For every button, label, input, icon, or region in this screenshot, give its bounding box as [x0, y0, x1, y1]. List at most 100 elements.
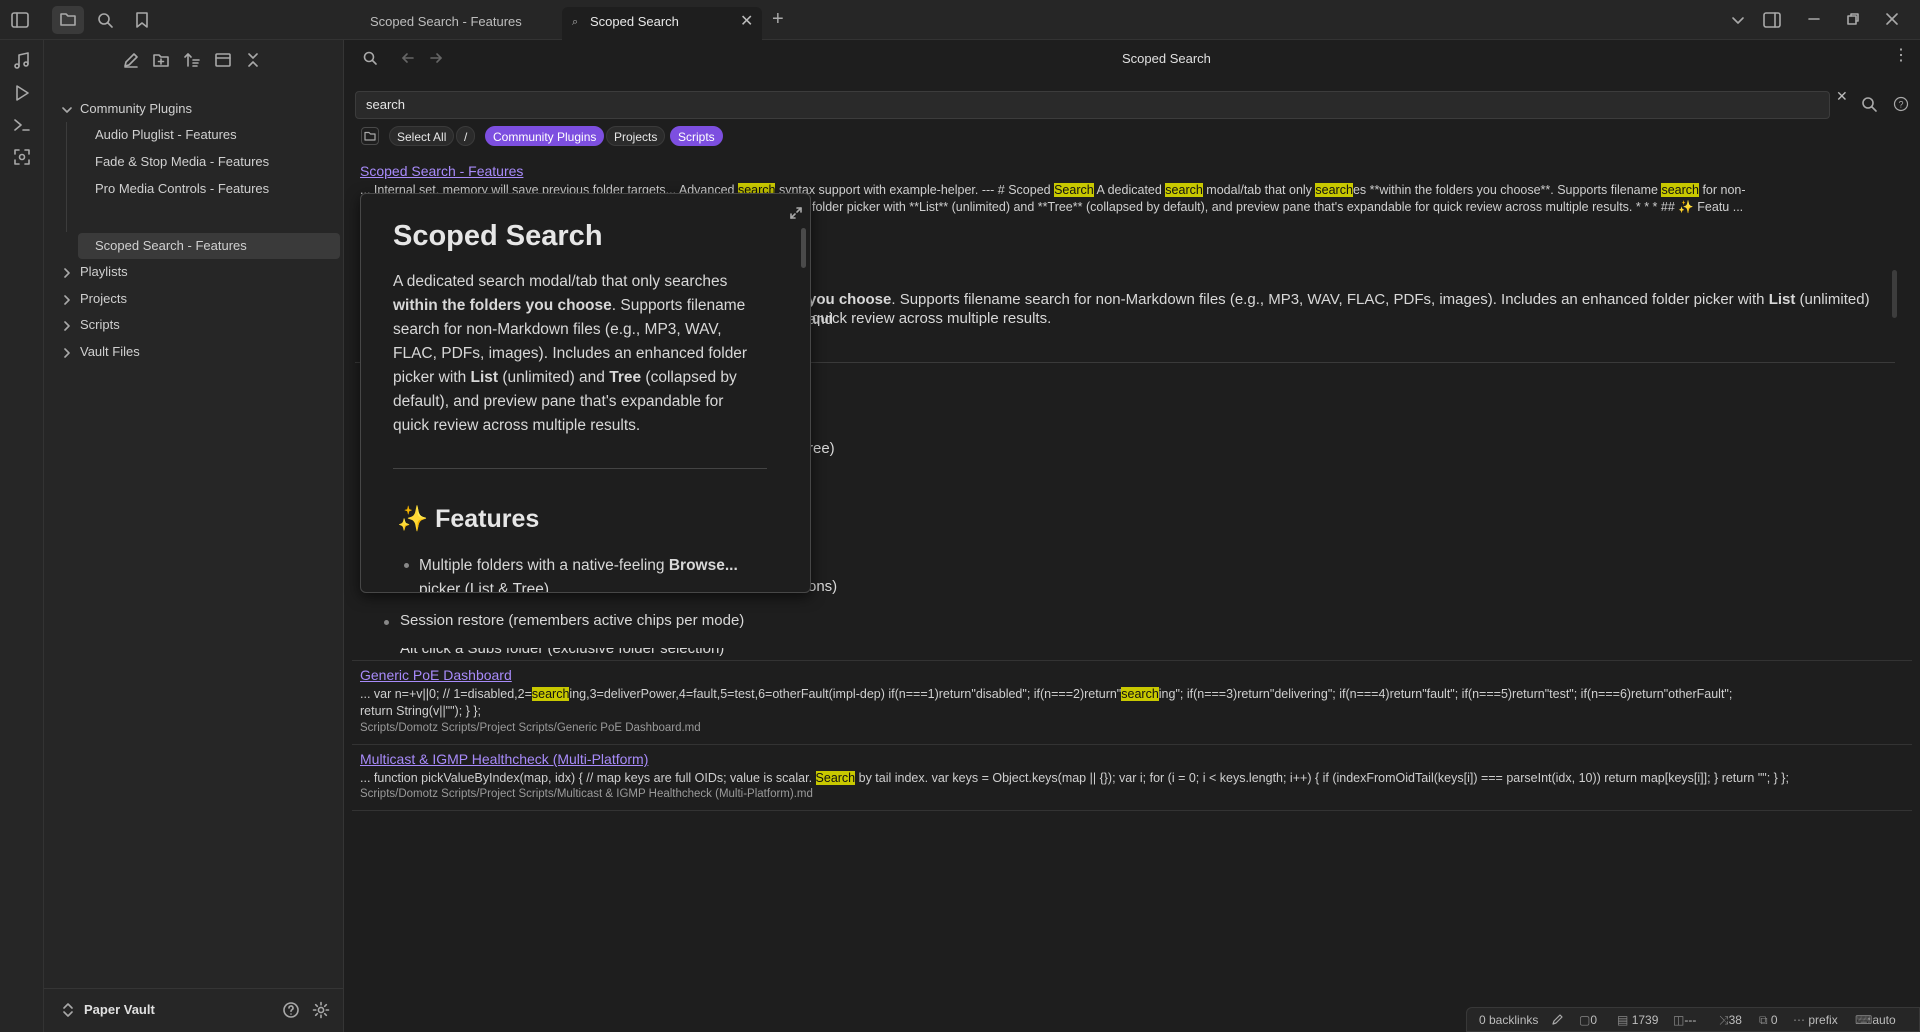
forward-arrow-icon[interactable] [428, 50, 444, 66]
edit-icon[interactable] [1551, 1012, 1565, 1026]
result-title[interactable]: Generic PoE Dashboard [360, 667, 512, 683]
tab-scoped-search-features[interactable]: Scoped Search - Features [352, 7, 560, 40]
result-divider [352, 660, 1912, 661]
view-title: Scoped Search [1122, 51, 1211, 66]
new-note-icon[interactable] [122, 51, 140, 69]
file-scoped-search-features[interactable]: Scoped Search - Features [78, 233, 340, 259]
preview-text: (unlimited) and [498, 369, 610, 386]
bullet-dot [384, 620, 389, 625]
status-item[interactable]: ▢0 [1579, 1013, 1597, 1027]
terminal-icon[interactable] [12, 115, 32, 135]
search-icon[interactable] [96, 11, 114, 29]
vault-switcher-icon[interactable] [62, 1002, 74, 1018]
backlinks-count[interactable]: 0 backlinks [1479, 1013, 1538, 1027]
doc-bullet-clipped: Alt click a Subs folder (exclusive folde… [360, 648, 860, 656]
preview-scrollbar[interactable] [1892, 270, 1897, 318]
folder-icon [60, 13, 76, 26]
back-arrow-icon[interactable] [400, 50, 416, 66]
chevron-right-icon [64, 295, 70, 305]
chevron-right-icon [64, 321, 70, 331]
status-value: 0 [1590, 1013, 1598, 1027]
settings-gear-icon[interactable] [312, 1001, 330, 1019]
search-icon[interactable] [362, 50, 378, 66]
sort-icon[interactable] [183, 51, 201, 69]
hover-preview-popover[interactable]: Scoped Search A dedicated search modal/t… [360, 193, 811, 593]
popover-scrollbar[interactable] [801, 228, 806, 268]
scan-icon[interactable] [12, 147, 32, 167]
status-item[interactable]: ⧉ 0 [1759, 1013, 1778, 1028]
folder-projects[interactable]: Projects [54, 286, 344, 312]
file-label: Audio Pluglist - Features [95, 127, 237, 142]
result-divider [352, 744, 1912, 745]
folder-label: Vault Files [80, 344, 140, 359]
new-folder-icon[interactable] [152, 51, 170, 69]
document-icon: ▤ [1617, 1013, 1629, 1027]
folder-label: Scripts [80, 317, 120, 332]
status-value: 0 [1770, 1013, 1778, 1027]
right-sidebar-toggle-icon[interactable] [1762, 11, 1782, 29]
doc-bullet: Alt click a Subs folder (exclusive folde… [400, 648, 724, 656]
status-item[interactable]: ◫--- [1673, 1013, 1696, 1027]
search-input[interactable]: search [355, 91, 1830, 119]
snippet-text: ... var n=+v||0; // 1=disabled,2= [360, 687, 532, 701]
search-submit-icon[interactable] [1860, 95, 1878, 113]
status-value: --- [1684, 1013, 1697, 1027]
close-window-icon[interactable] [1884, 11, 1900, 27]
result-title[interactable]: Scoped Search - Features [360, 163, 523, 179]
doc-fragment: ree) [808, 440, 835, 457]
snippet-text: by tail index. var keys = Object.keys(ma… [855, 771, 1789, 785]
chip-scripts[interactable]: Scripts [670, 126, 723, 146]
help-icon[interactable]: ? [1893, 96, 1909, 112]
files-tab-button[interactable] [52, 6, 84, 34]
file-label: Fade & Stop Media - Features [95, 154, 270, 169]
status-value: 38 [1728, 1013, 1742, 1027]
file-fade-stop-media[interactable]: Fade & Stop Media - Features [78, 149, 338, 175]
play-icon[interactable] [12, 83, 32, 103]
result-path: Scripts/Domotz Scripts/Project Scripts/M… [360, 788, 813, 800]
result-divider [352, 810, 1912, 811]
bookmark-icon[interactable] [134, 11, 150, 29]
expand-icon[interactable] [789, 206, 803, 220]
chip-community-plugins[interactable]: Community Plugins [485, 126, 605, 146]
restore-icon[interactable] [1845, 11, 1861, 27]
folder-vault-files[interactable]: Vault Files [54, 339, 344, 365]
folder-scripts[interactable]: Scripts [54, 312, 344, 338]
tab-scoped-search[interactable]: ⌕ Scoped Search ✕ [562, 7, 762, 40]
chevron-down-icon [62, 107, 72, 113]
match-highlight: search [1661, 183, 1699, 197]
ribbon [0, 40, 44, 1032]
new-tab-button[interactable]: + [772, 8, 784, 31]
columns-icon: ◫ [1673, 1013, 1685, 1027]
more-options-icon[interactable]: ⋮ [1893, 48, 1909, 64]
close-icon[interactable]: ✕ [740, 7, 753, 37]
snippet-text: ing,3=deliverPower,4=fault,5=test,6=othe… [569, 687, 1122, 701]
folder-icon [364, 131, 376, 141]
sidebar-toggle-icon[interactable] [10, 11, 30, 29]
select-all-chip[interactable]: Select All [389, 126, 455, 146]
chip-projects[interactable]: Projects [606, 126, 666, 146]
doc-text: . Supports filename search for non-Markd… [891, 291, 1769, 308]
word-count[interactable]: ▤ 1739 [1617, 1013, 1658, 1027]
status-item[interactable]: ⤨38 [1719, 1013, 1742, 1028]
minimize-icon[interactable] [1806, 11, 1822, 27]
clear-search-icon[interactable]: ✕ [1836, 88, 1848, 105]
chevron-down-icon[interactable] [1730, 12, 1746, 28]
status-item[interactable]: ⋯ prefix [1793, 1013, 1838, 1027]
collapse-all-icon[interactable] [244, 51, 262, 69]
file-pro-media-controls[interactable]: Pro Media Controls - Features [78, 176, 338, 202]
file-audio-pluglist[interactable]: Audio Pluglist - Features [78, 122, 338, 148]
divider [44, 988, 344, 989]
doc-bold: you choose [808, 291, 892, 308]
vault-name[interactable]: Paper Vault [84, 1002, 155, 1017]
auto-reveal-icon[interactable] [214, 51, 232, 69]
help-icon[interactable] [282, 1001, 300, 1019]
folder-playlists[interactable]: Playlists [54, 259, 344, 285]
folder-picker-button[interactable] [361, 127, 379, 145]
result-title[interactable]: Multicast & IGMP Healthcheck (Multi-Plat… [360, 751, 648, 767]
match-highlight: Search [1054, 183, 1094, 197]
folder-community-plugins[interactable]: Community Plugins [54, 96, 344, 122]
tree-guide [66, 122, 67, 232]
keyboard-icon: ⌨ [1855, 1013, 1873, 1027]
music-icon[interactable] [12, 51, 32, 71]
status-item[interactable]: ⌨auto [1855, 1013, 1896, 1027]
